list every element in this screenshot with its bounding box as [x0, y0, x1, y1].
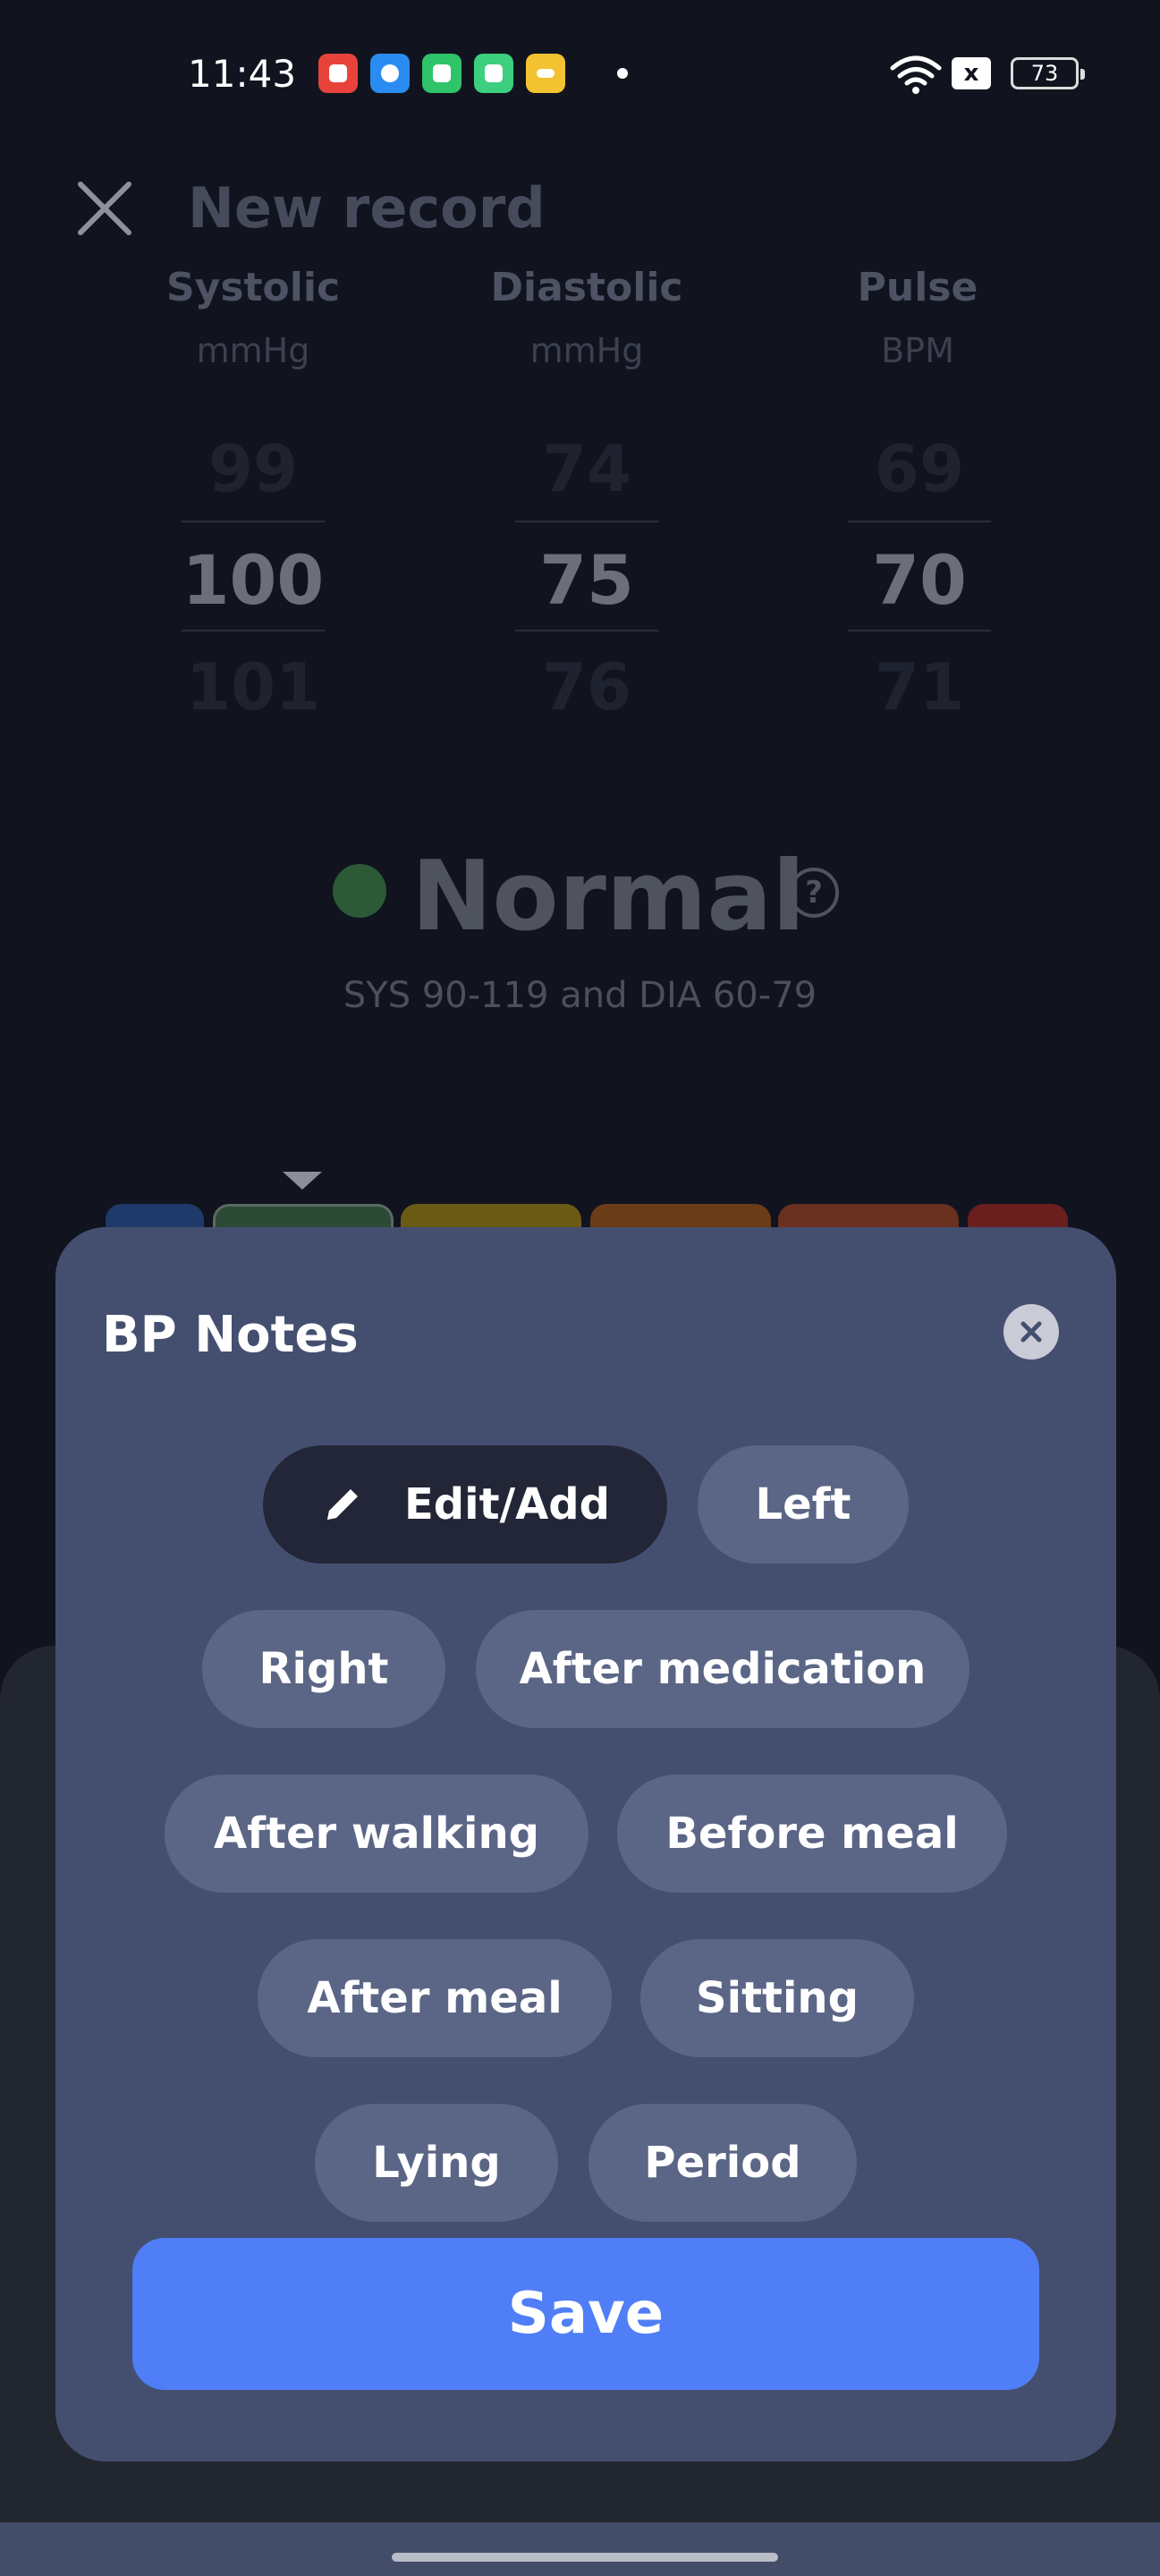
- systolic-prev-value[interactable]: 99: [164, 431, 343, 506]
- sheet-title: BP Notes: [102, 1306, 359, 1364]
- home-indicator[interactable]: [392, 2553, 778, 2562]
- more-notifications-dot: [617, 68, 628, 79]
- screen: New record Systolic mmHg Diastolic mmHg …: [0, 0, 1160, 2576]
- diastolic-next-value[interactable]: 76: [497, 649, 676, 724]
- note-chip-lying[interactable]: Lying: [315, 2104, 558, 2222]
- notification-icons: [318, 54, 565, 93]
- close-icon[interactable]: [73, 177, 136, 240]
- status-label: Normal: [411, 841, 806, 953]
- green-app-icon: [422, 54, 461, 93]
- pulse-prev-value[interactable]: 69: [830, 431, 1009, 506]
- status-range: SYS 90-119 and DIA 60-79: [343, 975, 817, 1016]
- diastolic-selected-value[interactable]: 75: [497, 540, 676, 620]
- page-title: New record: [188, 175, 546, 241]
- notes-app-icon: [474, 54, 513, 93]
- note-chip-after-walking[interactable]: After walking: [165, 1775, 588, 1893]
- note-chip-before-meal[interactable]: Before meal: [617, 1775, 1007, 1893]
- close-icon: [1020, 1321, 1042, 1343]
- no-sim-icon: x: [952, 57, 991, 89]
- diastolic-prev-value[interactable]: 74: [497, 431, 676, 506]
- picker-divider: [848, 521, 991, 522]
- picker-divider: [515, 630, 658, 631]
- status-time: 11:43: [188, 52, 297, 96]
- video-app-icon: [318, 54, 358, 93]
- navigation-bar: [0, 2522, 1160, 2576]
- pulse-selected-value[interactable]: 70: [830, 540, 1009, 620]
- note-chip-right[interactable]: Right: [202, 1610, 445, 1728]
- browser-app-icon: [370, 54, 410, 93]
- systolic-label: Systolic: [165, 265, 341, 310]
- systolic-unit: mmHg: [196, 331, 310, 370]
- pulse-unit: BPM: [881, 331, 954, 370]
- battery-icon: 73: [1011, 57, 1085, 89]
- systolic-next-value[interactable]: 101: [164, 649, 343, 724]
- note-chip-after-medication[interactable]: After medication: [476, 1610, 969, 1728]
- pulse-label: Pulse: [857, 265, 978, 310]
- status-indicator-dot: [333, 864, 386, 918]
- edit-add-label: Edit/Add: [404, 1479, 610, 1530]
- edit-add-chip[interactable]: Edit/Add: [263, 1445, 667, 1563]
- diastolic-unit: mmHg: [529, 331, 644, 370]
- note-chip-sitting[interactable]: Sitting: [640, 1939, 914, 2057]
- note-chip-after-meal[interactable]: After meal: [258, 1939, 612, 2057]
- picker-divider: [182, 630, 325, 631]
- bp-notes-sheet: BP Notes Edit/Add Left Right After medic…: [55, 1227, 1116, 2462]
- note-chip-left[interactable]: Left: [698, 1445, 909, 1563]
- systolic-selected-value[interactable]: 100: [164, 540, 343, 620]
- yellow-app-icon: [526, 54, 565, 93]
- help-icon[interactable]: ?: [789, 868, 839, 918]
- scale-pointer: [283, 1172, 322, 1190]
- pencil-icon: [320, 1482, 365, 1527]
- picker-divider: [182, 521, 325, 522]
- diastolic-label: Diastolic: [490, 265, 683, 310]
- note-chip-period[interactable]: Period: [588, 2104, 857, 2222]
- picker-divider: [515, 521, 658, 522]
- pulse-next-value[interactable]: 71: [830, 649, 1009, 724]
- picker-divider: [848, 630, 991, 631]
- sheet-close-button[interactable]: [1003, 1304, 1059, 1360]
- save-button[interactable]: Save: [132, 2238, 1039, 2390]
- wifi-icon: [889, 54, 943, 98]
